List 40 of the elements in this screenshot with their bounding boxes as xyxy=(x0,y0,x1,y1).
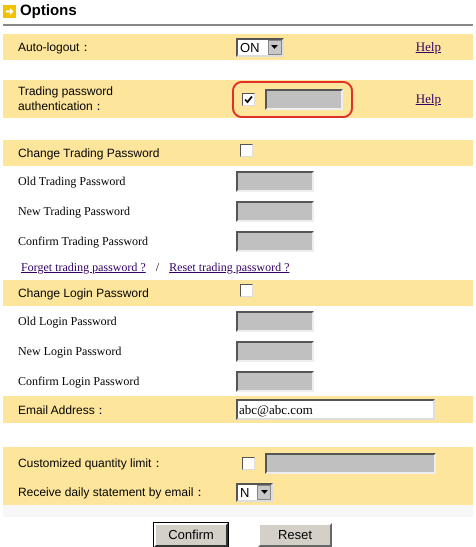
field-label: Customized quantity limit： xyxy=(18,456,164,470)
input-field[interactable] xyxy=(265,88,343,110)
arrow-icon xyxy=(3,4,16,18)
reset-button[interactable]: Reset xyxy=(258,523,332,547)
input-field[interactable] xyxy=(236,230,314,252)
field-label: Change Login Password xyxy=(18,285,150,302)
field-label: New Login Password xyxy=(18,343,122,360)
input-field[interactable] xyxy=(236,310,314,332)
input-field[interactable] xyxy=(236,200,314,222)
separator: / xyxy=(156,259,160,276)
checkbox[interactable] xyxy=(242,456,255,470)
reset-password-link[interactable]: Reset trading password ? xyxy=(169,258,290,276)
dropdown[interactable]: N xyxy=(236,482,274,502)
checkmark-icon xyxy=(244,94,253,104)
input-field[interactable] xyxy=(236,170,314,192)
field-label: Auto-logout： xyxy=(18,39,92,56)
field-label: Trading password authentication： xyxy=(18,84,114,114)
help-link[interactable]: Help xyxy=(416,37,441,57)
caret-icon xyxy=(257,484,272,500)
dropdown[interactable]: ON xyxy=(236,38,284,56)
confirm-button[interactable]: Confirm xyxy=(154,523,228,547)
input-field[interactable] xyxy=(265,452,436,474)
checkbox[interactable] xyxy=(240,284,253,297)
help-link[interactable]: Help xyxy=(416,89,441,109)
field-label: Change Trading Password xyxy=(18,145,160,162)
forgot-password-link[interactable]: Forget trading password ? xyxy=(21,258,146,276)
field-label: Confirm Trading Password xyxy=(18,233,150,250)
input-field[interactable] xyxy=(236,370,314,392)
field-label: Receive daily statement by email： xyxy=(18,484,206,501)
field-label: Old Trading Password xyxy=(18,173,126,190)
field-label: Confirm Login Password xyxy=(18,373,140,390)
input-field[interactable] xyxy=(236,340,314,362)
field-label: Email Address： xyxy=(18,402,108,418)
checkbox[interactable] xyxy=(240,144,253,157)
field-label: New Trading Password xyxy=(18,203,132,220)
checkbox[interactable] xyxy=(242,92,255,106)
email-field[interactable]: abc@abc.com xyxy=(236,399,435,420)
caret-icon xyxy=(268,40,282,54)
page-title: Options xyxy=(20,0,77,21)
field-label: Old Login Password xyxy=(18,313,118,330)
